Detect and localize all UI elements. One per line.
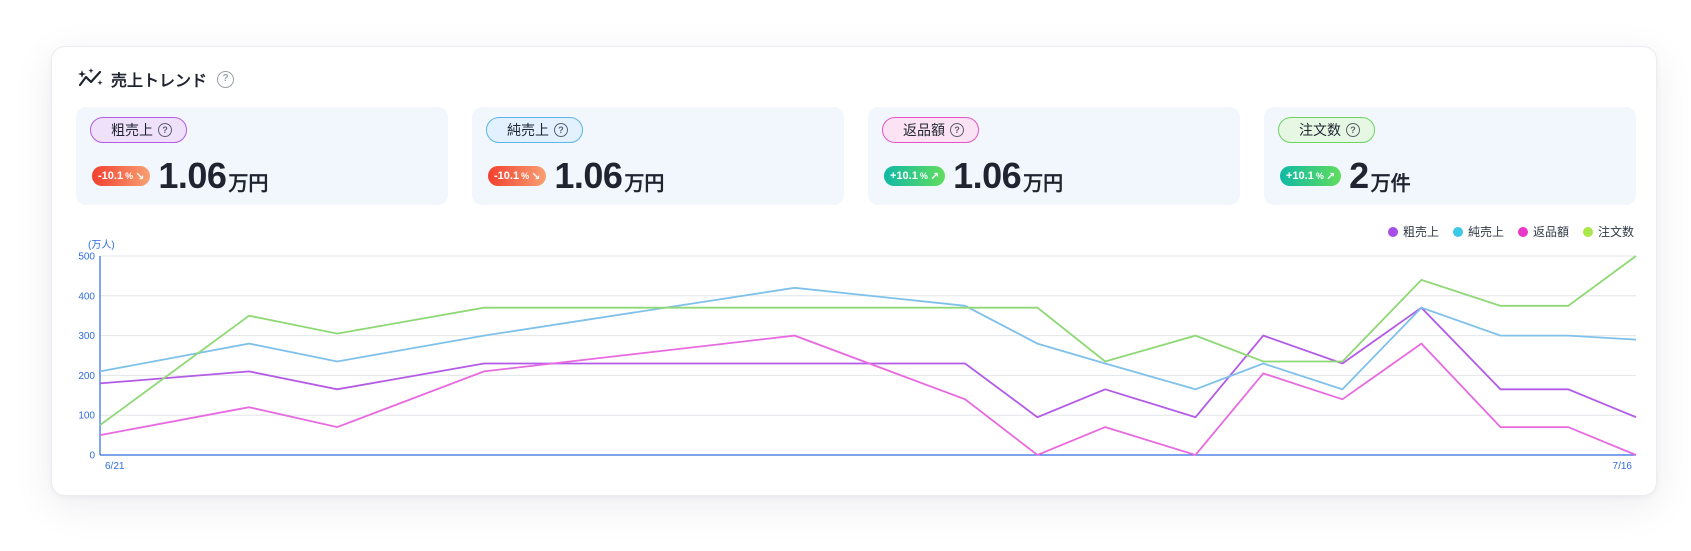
y-tick-label: 200 — [78, 371, 95, 382]
sales-trend-card: 売上トレンド ? 粗売上? -10.1% ↘ 1.06 万円 純売上? -10.1% ↘ 1.0… — [51, 46, 1657, 496]
y-tick-label: 0 — [89, 451, 95, 462]
y-tick-label: 100 — [78, 411, 95, 422]
line-chart: 0 100 200 300 400 500(万人) 6/21 7/16 — [78, 239, 1637, 472]
x-tick-label: 6/21 — [105, 461, 125, 472]
x-tick-label: 7/16 — [1613, 461, 1633, 472]
series-line — [99, 334, 1637, 457]
series-line — [99, 286, 1637, 391]
y-tick-label: 300 — [78, 331, 95, 342]
y-tick-label: 400 — [78, 291, 95, 302]
series-line — [99, 255, 1637, 426]
y-tick-label: 500 — [78, 252, 95, 263]
y-axis-label: (万人) — [88, 239, 115, 251]
